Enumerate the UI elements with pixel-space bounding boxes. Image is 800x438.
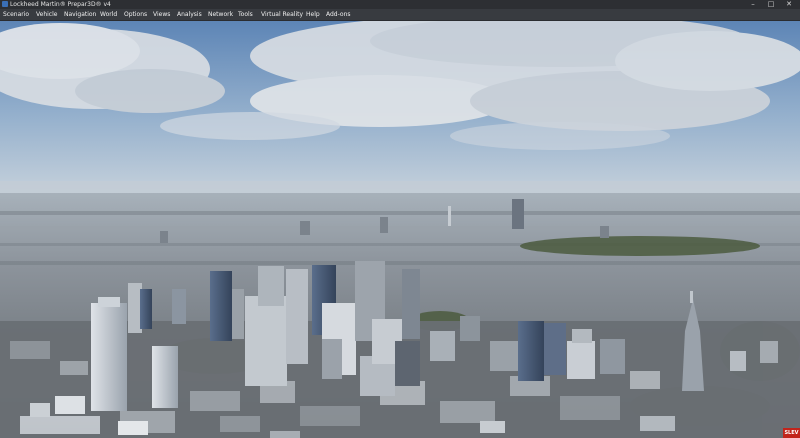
title-bar: Lockheed Martin® Prepar3D® v4 – □ ✕ [0,0,800,9]
menu-scenario[interactable]: Scenario [3,9,29,20]
sim-3d-view[interactable] [0,21,800,438]
menu-add-ons[interactable]: Add-ons [326,9,351,20]
minimize-button[interactable]: – [744,0,762,9]
close-button[interactable]: ✕ [780,0,798,9]
menu-tools[interactable]: Tools [238,9,253,20]
menu-world[interactable]: World [100,9,117,20]
menu-bar: Scenario Vehicle Navigation World Option… [0,9,800,21]
menu-views[interactable]: Views [153,9,170,20]
menu-help[interactable]: Help [306,9,320,20]
menu-analysis[interactable]: Analysis [177,9,202,20]
maximize-button[interactable]: □ [762,0,780,9]
simulator-window: Lockheed Martin® Prepar3D® v4 – □ ✕ Scen… [0,0,800,438]
menu-vehicle[interactable]: Vehicle [36,9,57,20]
city-scene [0,21,800,438]
window-title: Lockheed Martin® Prepar3D® v4 [10,1,111,8]
menu-virtual-reality[interactable]: Virtual Reality [261,9,303,20]
menu-options[interactable]: Options [124,9,147,20]
menu-navigation[interactable]: Navigation [64,9,96,20]
status-badge: SLEV [783,428,800,438]
app-icon [2,1,8,7]
menu-network[interactable]: Network [208,9,233,20]
